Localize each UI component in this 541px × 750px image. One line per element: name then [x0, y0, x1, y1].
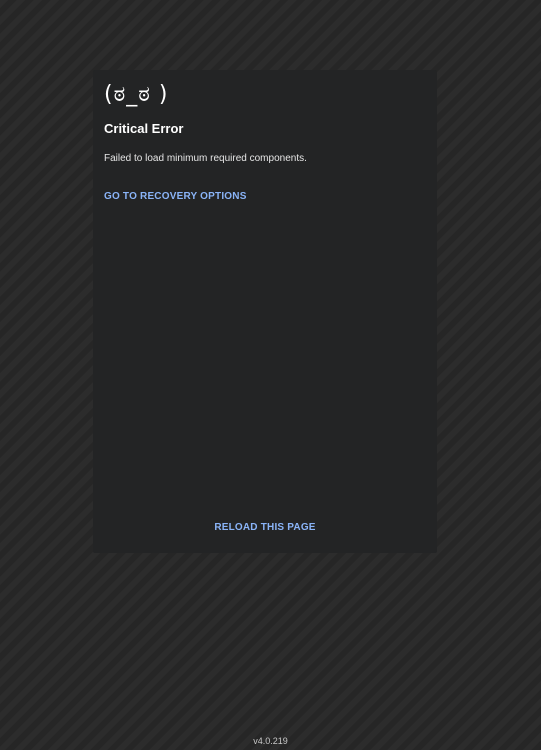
- disapproval-face-icon: (ಠ_ಠ ): [104, 82, 169, 107]
- error-message: Failed to load minimum required componen…: [104, 153, 307, 164]
- error-title: Critical Error: [104, 121, 184, 136]
- reload-page-button[interactable]: RELOAD THIS PAGE: [214, 522, 315, 533]
- version-label: v4.0.219: [253, 736, 288, 746]
- recovery-options-button[interactable]: GO TO RECOVERY OPTIONS: [104, 191, 247, 202]
- error-card: (ಠ_ಠ ) Critical Error Failed to load min…: [93, 70, 437, 553]
